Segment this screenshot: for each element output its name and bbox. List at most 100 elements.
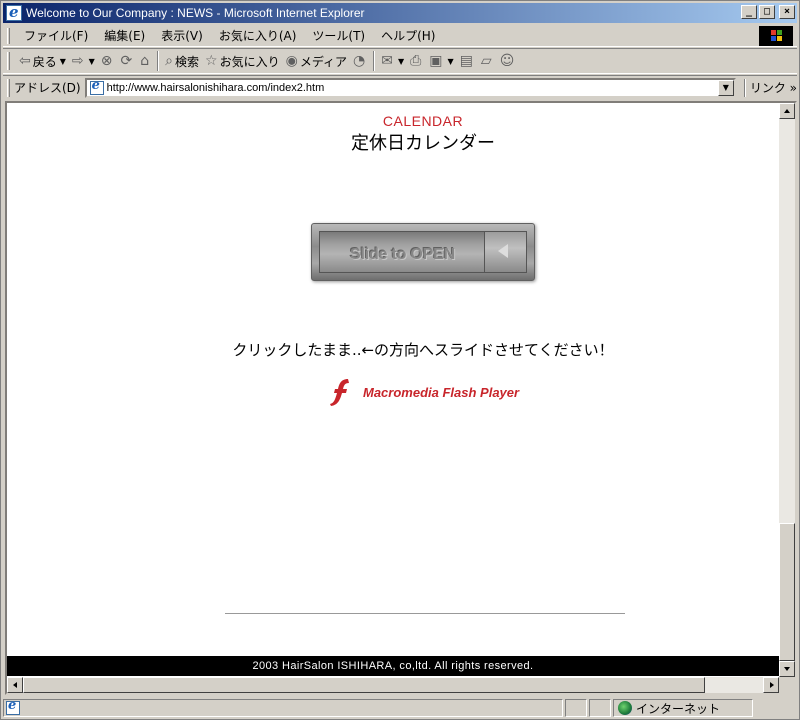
address-dropdown-icon[interactable]: ▼ [717, 79, 734, 96]
links-label[interactable]: リンク [750, 79, 786, 96]
menu-tools[interactable]: ツール(T) [304, 27, 373, 44]
security-zone-pane[interactable]: インターネット [613, 699, 753, 717]
flash-player-badge[interactable]: Macromedia Flash Player [329, 377, 519, 407]
menu-edit[interactable]: 編集(E) [96, 27, 153, 44]
address-bar: アドレス(D) http://www.hairsalonishihara.com… [3, 75, 797, 99]
ie-app-icon[interactable] [6, 3, 22, 21]
slider-text: Slide to OPEN [350, 246, 455, 263]
back-dropdown-icon[interactable]: ▼ [60, 57, 66, 66]
edit-icon: ▣ [429, 53, 443, 69]
window-controls: _ □ × [741, 5, 795, 19]
favorites-label: お気に入り [219, 54, 280, 69]
print-icon: ⎙ [410, 53, 422, 69]
media-button[interactable]: ◉ メディア [283, 50, 350, 72]
content-frame: CALENDAR 定休日カレンダー Slide to OPEN クリックしたまま… [5, 101, 797, 695]
home-icon: ⌂ [140, 53, 150, 69]
stop-button[interactable]: ⊗ [98, 50, 118, 72]
page-icon [89, 78, 104, 95]
horizontal-scrollbar[interactable] [7, 677, 779, 693]
mail-button[interactable]: ✉ ▼ [378, 50, 407, 72]
research-icon: ▱ [480, 53, 492, 69]
search-label: 検索 [175, 54, 200, 69]
scroll-left-button[interactable] [7, 677, 23, 693]
vertical-scrollbar[interactable] [779, 103, 795, 677]
close-button[interactable]: × [779, 5, 795, 19]
messenger-button[interactable]: ☺ [497, 50, 520, 72]
status-main-pane [3, 698, 563, 717]
toolbar-separator [373, 51, 376, 71]
zone-label: インターネット [636, 701, 721, 716]
address-grip[interactable] [7, 78, 10, 97]
stop-icon: ⊗ [100, 53, 113, 69]
window-title: Welcome to Our Company : NEWS - Microsof… [26, 6, 365, 20]
slide-to-open-control[interactable]: Slide to OPEN [311, 223, 535, 281]
maximize-button[interactable]: □ [759, 5, 775, 19]
arrow-down-icon [784, 667, 790, 671]
flash-logo-icon [330, 379, 349, 406]
menu-view[interactable]: 表示(V) [153, 27, 211, 44]
address-label: アドレス(D) [13, 81, 81, 95]
flash-player-text[interactable]: Macromedia Flash Player [363, 385, 519, 400]
address-url[interactable]: http://www.hairsalonishihara.com/index2.… [107, 82, 325, 94]
menu-grip[interactable] [7, 27, 10, 44]
menu-favorites[interactable]: お気に入り(A) [211, 27, 305, 44]
scrollbar-corner [779, 677, 795, 693]
toolbar-separator [157, 51, 160, 71]
chevron-right-icon[interactable]: » [786, 81, 797, 95]
menu-help[interactable]: ヘルプ(H) [373, 27, 443, 44]
slider-knob[interactable] [484, 232, 526, 272]
status-pane [565, 699, 587, 717]
links-separator [743, 78, 746, 97]
calendar-heading-ja: 定休日カレンダー [351, 133, 495, 154]
messenger-icon: ☺ [499, 53, 515, 69]
standard-toolbar: ⇦ 戻る ▼ ⇨ ▼ ⊗ ⟳ ⌂ ⌕ 検索 ☆ お気に入り ◉ メディア ◔ ✉… [3, 48, 797, 74]
menu-file[interactable]: ファイル(F) [16, 27, 96, 44]
arrow-up-icon [784, 109, 790, 113]
search-icon: ⌕ [165, 53, 173, 69]
toolbar-grip[interactable] [7, 52, 10, 70]
calendar-heading-en: CALENDAR [382, 113, 464, 129]
scroll-down-button[interactable] [779, 661, 795, 677]
home-button[interactable]: ⌂ [137, 50, 154, 72]
slider-track: Slide to OPEN [319, 231, 527, 273]
history-icon: ◔ [352, 53, 366, 69]
links-toolbar[interactable]: リンク » [743, 78, 797, 97]
favorites-button[interactable]: ☆ お気に入り [202, 50, 283, 72]
media-label: メディア [299, 54, 347, 69]
mail-dropdown-icon[interactable]: ▼ [398, 57, 404, 66]
vertical-scroll-thumb[interactable] [779, 523, 795, 661]
forward-dropdown-icon[interactable]: ▼ [89, 57, 95, 66]
discuss-icon: ▤ [459, 53, 473, 69]
address-input[interactable]: http://www.hairsalonishihara.com/index2.… [84, 77, 736, 98]
horizontal-scroll-thumb[interactable] [23, 677, 705, 693]
edit-dropdown-icon[interactable]: ▼ [448, 57, 454, 66]
refresh-button[interactable]: ⟳ [118, 50, 138, 72]
back-label: 戻る [32, 54, 57, 69]
favorites-icon: ☆ [205, 53, 218, 69]
windows-logo-icon [759, 26, 793, 46]
arrow-left-icon [498, 244, 508, 258]
status-bar: インターネット [3, 698, 797, 718]
title-bar: Welcome to Our Company : NEWS - Microsof… [3, 3, 797, 23]
back-button[interactable]: ⇦ 戻る ▼ [16, 50, 69, 72]
media-icon: ◉ [285, 53, 298, 69]
menu-bar: ファイル(F) 編集(E) 表示(V) お気に入り(A) ツール(T) ヘルプ(… [3, 25, 797, 47]
research-button[interactable]: ▱ [478, 50, 497, 72]
browser-window: Welcome to Our Company : NEWS - Microsof… [0, 0, 800, 720]
scroll-right-button[interactable] [763, 677, 779, 693]
edit-button[interactable]: ▣ ▼ [426, 50, 456, 72]
print-button[interactable]: ⎙ [407, 50, 426, 72]
instruction-text: クリックしたまま..←の方向へスライドさせてください！ [232, 341, 614, 359]
history-button[interactable]: ◔ [350, 50, 370, 72]
minimize-button[interactable]: _ [741, 5, 757, 19]
forward-button[interactable]: ⇨ ▼ [69, 50, 98, 72]
search-button[interactable]: ⌕ 検索 [162, 50, 202, 72]
status-pane [589, 699, 611, 717]
scroll-up-button[interactable] [779, 103, 795, 119]
globe-icon [618, 701, 632, 715]
divider-line [225, 613, 625, 614]
mail-icon: ✉ [381, 53, 393, 69]
discuss-button[interactable]: ▤ [457, 50, 478, 72]
resize-grip-icon[interactable] [755, 701, 769, 715]
forward-arrow-icon: ⇨ [71, 53, 84, 69]
